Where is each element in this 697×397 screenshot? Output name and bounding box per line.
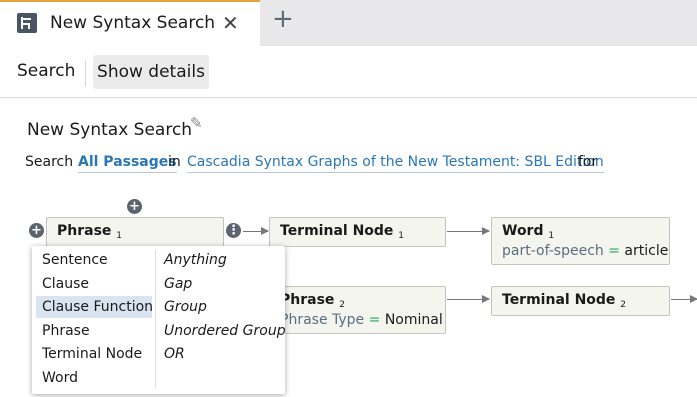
search-title: New Syntax Search — [27, 120, 193, 140]
source-link[interactable]: Cascadia Syntax Graphs of the New Testam… — [187, 154, 604, 173]
search-suffix: for — [578, 154, 598, 170]
menu-item-group[interactable]: Group — [164, 296, 207, 318]
menu-item-clause-function[interactable]: Clause Function — [36, 296, 153, 318]
toolbar: Search Show details — [0, 46, 697, 98]
pencil-icon[interactable]: ✎ — [190, 114, 203, 132]
phrase-1-node[interactable]: Phrase 1 — [46, 217, 224, 247]
menu-item-phrase[interactable]: Phrase — [36, 320, 152, 342]
terminal-node-2-label: Terminal Node — [502, 292, 616, 308]
phrase-1-index: 1 — [116, 231, 123, 241]
property-key: part-of-speech — [502, 243, 604, 259]
syntax-search-icon — [17, 13, 37, 33]
search-button[interactable]: Search — [17, 61, 75, 81]
add-tab-icon[interactable]: + — [272, 4, 294, 34]
word-1-index: 1 — [548, 231, 555, 241]
scope-link[interactable]: All Passages — [78, 154, 177, 173]
edge-arrow — [243, 227, 269, 235]
menu-item-terminal-node[interactable]: Terminal Node — [36, 343, 152, 365]
phrase-1-label: Phrase — [57, 223, 112, 239]
menu-item-clause[interactable]: Clause — [36, 273, 152, 295]
word-1-property: part-of-speech = article — [502, 243, 668, 259]
close-icon[interactable]: ✕ — [222, 11, 239, 35]
tab-strip: New Syntax Search ✕ + — [0, 0, 697, 46]
edge-arrow — [671, 295, 697, 303]
word-1-title: Word 1 — [502, 223, 554, 241]
word-1-label: Word — [502, 223, 544, 239]
property-operator: = — [368, 312, 381, 328]
property-operator: = — [608, 243, 620, 259]
toolbar-divider — [85, 60, 86, 86]
phrase-2-property: Phrase Type = Nominal — [280, 312, 443, 328]
terminal-node-1-label: Terminal Node — [280, 223, 394, 239]
terminal-node-1[interactable]: Terminal Node 1 — [269, 217, 446, 247]
menu-item-unordered-group[interactable]: Unordered Group — [164, 320, 286, 342]
edge-arrow — [447, 295, 490, 303]
menu-item-anything[interactable]: Anything — [164, 249, 227, 271]
menu-item-sentence[interactable]: Sentence — [36, 249, 152, 271]
add-node-menu: Sentence Clause Clause Function Phrase T… — [32, 246, 286, 394]
node-options-button[interactable]: ⋮ — [226, 223, 241, 238]
in-word: in — [168, 154, 181, 170]
show-details-button[interactable]: Show details — [93, 55, 209, 89]
phrase-2-label: Phrase — [280, 292, 335, 308]
menu-divider — [155, 250, 156, 388]
property-key: Phrase Type — [280, 312, 365, 328]
add-node-above-button[interactable]: + — [127, 199, 142, 214]
phrase-2-index: 2 — [339, 300, 346, 310]
phrase-2-node[interactable]: Phrase 2 Phrase Type = Nominal — [269, 286, 446, 334]
property-value: Nominal — [384, 312, 443, 328]
tab-title: New Syntax Search — [50, 13, 216, 33]
property-value: article — [624, 243, 669, 259]
word-1-node[interactable]: Word 1 part-of-speech = article — [491, 217, 670, 265]
search-prefix: Search — [25, 154, 74, 170]
phrase-2-title: Phrase 2 — [280, 292, 345, 310]
terminal-node-1-title: Terminal Node 1 — [280, 223, 404, 241]
menu-item-word[interactable]: Word — [36, 367, 152, 389]
menu-item-or[interactable]: OR — [164, 343, 185, 365]
terminal-node-2-index: 2 — [620, 300, 627, 310]
edge-arrow — [447, 227, 490, 235]
menu-item-gap[interactable]: Gap — [164, 273, 192, 295]
terminal-node-1-index: 1 — [398, 231, 405, 241]
tab-new-syntax-search[interactable]: New Syntax Search ✕ — [0, 0, 260, 46]
add-node-left-button[interactable]: + — [29, 223, 44, 238]
phrase-1-title: Phrase 1 — [57, 223, 122, 241]
terminal-node-2-title: Terminal Node 2 — [502, 292, 626, 310]
terminal-node-2[interactable]: Terminal Node 2 — [491, 286, 670, 316]
